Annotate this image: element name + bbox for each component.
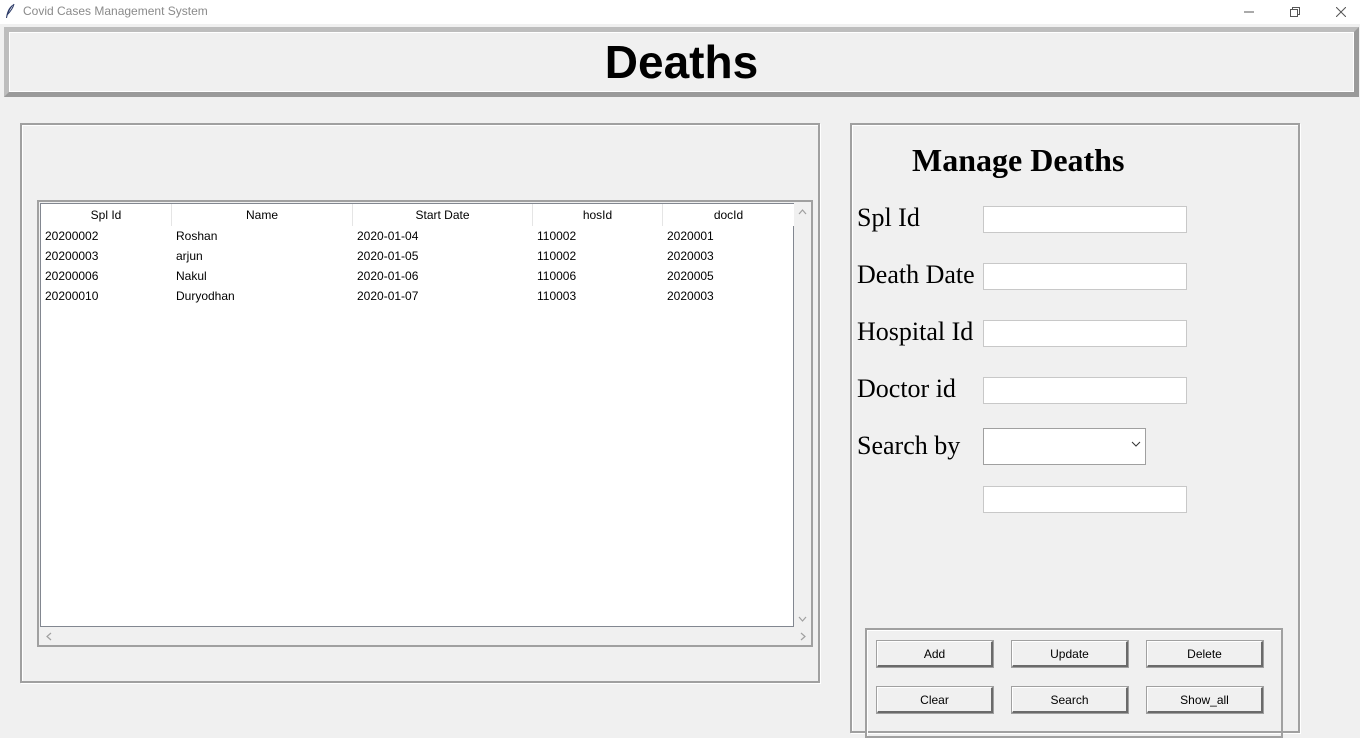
table-cell: Duryodhan [176, 289, 235, 303]
table-cell: 2020-01-04 [357, 229, 419, 243]
table-cell: 110002 [537, 249, 577, 263]
table-cell: 2020-01-07 [357, 289, 419, 303]
table-row[interactable]: 20200002 Roshan 2020-01-04 110002 202000… [41, 226, 795, 246]
table-cell: 2020003 [667, 289, 714, 303]
clear-button[interactable]: Clear [877, 687, 993, 713]
table-cell: 2020-01-06 [357, 269, 419, 283]
search-button[interactable]: Search [1012, 687, 1128, 713]
records-panel: Spl Id Name Start Date hosId docId 20200… [20, 123, 820, 683]
search-by-select[interactable] [983, 428, 1146, 465]
horizontal-scrollbar[interactable] [40, 628, 811, 645]
spl-id-label: Spl Id [857, 203, 920, 232]
vertical-scrollbar[interactable] [794, 203, 811, 627]
page-title: Deaths [604, 36, 759, 88]
table-body: 20200002 Roshan 2020-01-04 110002 202000… [41, 226, 795, 306]
chevron-down-icon [798, 616, 807, 622]
chevron-right-icon [800, 632, 806, 641]
table-row[interactable]: 20200003 arjun 2020-01-05 110002 2020003 [41, 246, 795, 266]
table-cell: arjun [176, 249, 203, 263]
update-button[interactable]: Update [1012, 641, 1128, 667]
doctor-id-input[interactable] [983, 377, 1187, 404]
table-cell: 2020001 [667, 229, 714, 243]
table-cell: 20200006 [45, 269, 99, 283]
spl-id-input[interactable] [983, 206, 1187, 233]
deaths-table[interactable]: Spl Id Name Start Date hosId docId 20200… [40, 203, 795, 627]
restore-button[interactable] [1272, 0, 1318, 24]
table-row[interactable]: 20200010 Duryodhan 2020-01-07 110003 202… [41, 286, 795, 306]
table-cell: 20200003 [45, 249, 99, 263]
hospital-id-label: Hospital Id [857, 317, 974, 346]
table-cell: 2020-01-05 [357, 249, 419, 263]
show-all-button[interactable]: Show_all [1147, 687, 1263, 713]
search-by-label: Search by [857, 431, 961, 460]
feather-app-icon [6, 3, 15, 18]
table-cell: 20200002 [45, 229, 99, 243]
close-button[interactable] [1318, 0, 1360, 24]
restore-icon [1290, 7, 1300, 17]
table-cell: 20200010 [45, 289, 99, 303]
table-cell: Nakul [176, 269, 207, 283]
column-header-name[interactable]: Name [172, 204, 353, 226]
close-icon [1336, 7, 1346, 17]
scroll-up-button[interactable] [794, 203, 811, 220]
doctor-id-label: Doctor id [857, 374, 956, 403]
table-cell: 2020005 [667, 269, 714, 283]
chevron-left-icon [45, 632, 51, 641]
chevron-up-icon [798, 208, 807, 214]
search-text-input[interactable] [983, 486, 1187, 513]
death-date-input[interactable] [983, 263, 1187, 290]
delete-button[interactable]: Delete [1147, 641, 1263, 667]
table-header: Spl Id Name Start Date hosId docId [41, 204, 795, 226]
add-button[interactable]: Add [877, 641, 993, 667]
minimize-icon [1244, 11, 1254, 13]
scroll-down-button[interactable] [794, 610, 811, 627]
window-titlebar: Covid Cases Management System [0, 0, 1360, 24]
chevron-down-icon [1131, 441, 1141, 447]
column-header-doc-id[interactable]: docId [663, 204, 795, 226]
table-cell: 110003 [537, 289, 577, 303]
header-banner: Deaths [4, 27, 1359, 97]
table-cell: 110006 [537, 269, 577, 283]
column-header-hos-id[interactable]: hosId [533, 204, 663, 226]
button-frame: Add Update Delete Clear Search Show_all [865, 628, 1283, 738]
manage-title: Manage Deaths [912, 142, 1125, 178]
hospital-id-input[interactable] [983, 320, 1187, 347]
scroll-left-button[interactable] [40, 628, 57, 645]
table-cell: 110002 [537, 229, 577, 243]
table-frame: Spl Id Name Start Date hosId docId 20200… [37, 200, 813, 647]
column-header-start-date[interactable]: Start Date [353, 204, 533, 226]
death-date-label: Death Date [857, 260, 975, 289]
window-title: Covid Cases Management System [23, 4, 208, 18]
table-row[interactable]: 20200006 Nakul 2020-01-06 110006 2020005 [41, 266, 795, 286]
scroll-right-button[interactable] [794, 628, 811, 645]
minimize-button[interactable] [1226, 0, 1272, 24]
column-header-spl-id[interactable]: Spl Id [41, 204, 172, 226]
table-cell: Roshan [176, 229, 218, 243]
manage-panel: Manage Deaths Spl Id Death Date Hospital… [850, 123, 1300, 738]
table-cell: 2020003 [667, 249, 714, 263]
